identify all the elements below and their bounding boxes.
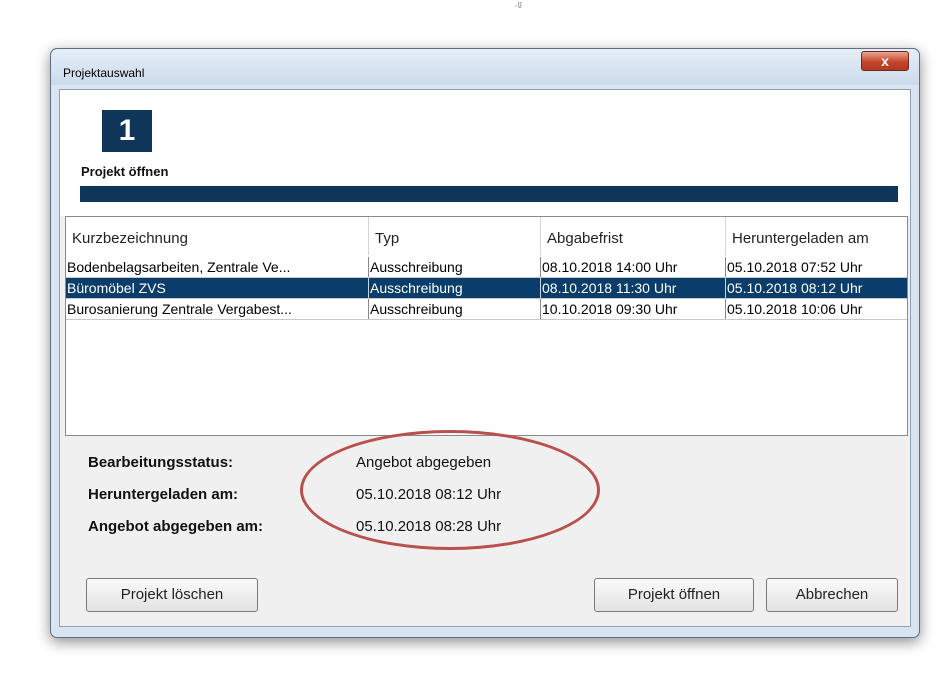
close-icon: x (881, 53, 889, 69)
status-panel: Bearbeitungsstatus: Angebot abgegeben He… (60, 430, 910, 556)
progress-bar (80, 186, 898, 202)
project-table[interactable]: Kurzbezeichnung Typ Abgabefrist Herunter… (65, 216, 908, 436)
cell-name: Burosanierung Zentrale Vergabest... (66, 299, 369, 319)
cell-downloaded: 05.10.2018 10:06 Uhr (727, 301, 863, 317)
status-label-angebot: Angebot abgegeben am: (88, 518, 264, 535)
wizard-header: 1 Projekt öffnen (60, 90, 910, 216)
cell-deadline: 08.10.2018 14:00 Uhr (541, 257, 726, 277)
cell-downloaded: 05.10.2018 08:12 Uhr (727, 280, 863, 296)
window-title: Projektauswahl (63, 66, 145, 80)
close-button[interactable]: x (861, 51, 909, 71)
status-value-bearbeitung: Angebot abgegeben (356, 454, 492, 471)
column-header-typ[interactable]: Typ (369, 217, 541, 255)
stray-mark: ·ᵍ (514, 0, 522, 12)
column-header-kurzbezeichnung[interactable]: Kurzbezeichnung (66, 217, 369, 255)
cancel-button[interactable]: Abbrechen (766, 578, 898, 612)
cell-deadline: 10.10.2018 09:30 Uhr (541, 299, 726, 319)
open-project-button[interactable]: Projekt öffnen (594, 578, 754, 612)
cell-name: Büromöbel ZVS (66, 278, 369, 298)
dialog-content: 1 Projekt öffnen Kurzbezeichnung Typ Abg… (59, 89, 911, 627)
table-row-selected[interactable]: Büromöbel ZVS Ausschreibung 08.10.2018 1… (66, 278, 907, 299)
table-row[interactable]: Burosanierung Zentrale Vergabest... Auss… (66, 299, 907, 320)
column-header-abgabefrist[interactable]: Abgabefrist (541, 217, 726, 255)
step-number-badge: 1 (102, 110, 152, 152)
status-label-bearbeitung: Bearbeitungsstatus: (88, 454, 234, 471)
step-label: Projekt öffnen (81, 164, 169, 179)
table-row[interactable]: Bodenbelagsarbeiten, Zentrale Ve... Auss… (66, 257, 907, 278)
cell-type: Ausschreibung (369, 299, 541, 319)
table-header: Kurzbezeichnung Typ Abgabefrist Herunter… (66, 217, 907, 255)
title-bar[interactable]: Projektauswahl x (51, 49, 919, 85)
cell-name: Bodenbelagsarbeiten, Zentrale Ve... (66, 257, 369, 277)
project-selection-dialog: Projektauswahl x 1 Projekt öffnen Kurzbe… (50, 48, 920, 638)
status-label-heruntergeladen: Heruntergeladen am: (88, 486, 239, 503)
cell-deadline: 08.10.2018 11:30 Uhr (541, 278, 726, 298)
cell-type: Ausschreibung (369, 278, 541, 298)
column-header-heruntergeladen[interactable]: Heruntergeladen am (726, 217, 907, 255)
status-value-angebot: 05.10.2018 08:28 Uhr (356, 518, 502, 535)
delete-project-button[interactable]: Projekt löschen (86, 578, 258, 612)
status-value-heruntergeladen: 05.10.2018 08:12 Uhr (356, 486, 502, 503)
cell-type: Ausschreibung (369, 257, 541, 277)
cell-downloaded: 05.10.2018 07:52 Uhr (727, 259, 863, 275)
